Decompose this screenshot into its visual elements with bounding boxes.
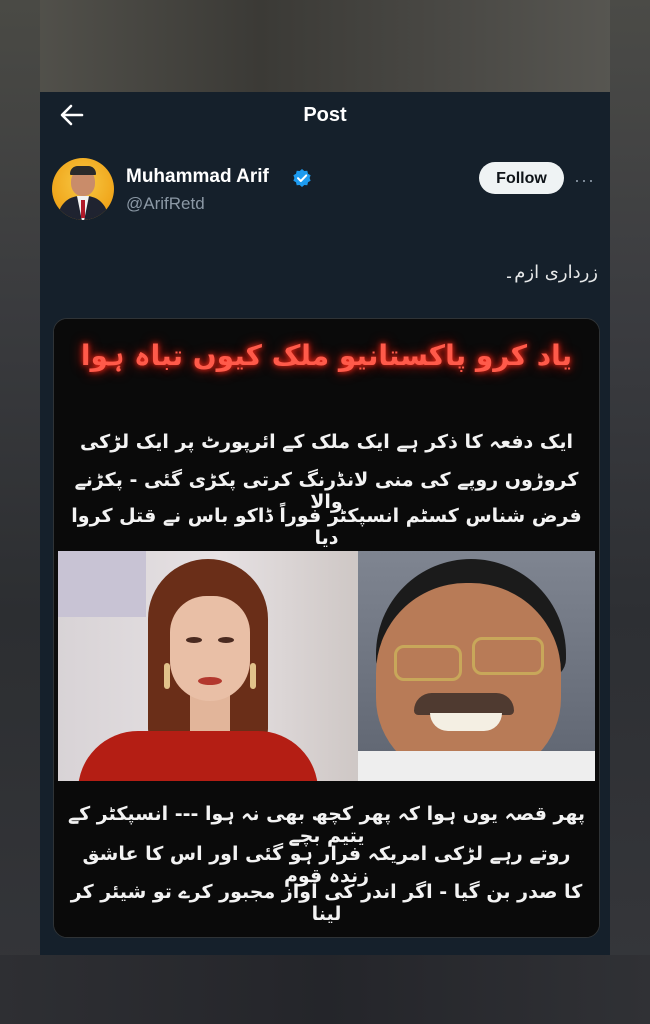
background-blur-bottom: [0, 955, 650, 1024]
image-headline: یاد کرو پاکستانیو ملک کیوں تباہ ہوا: [80, 339, 573, 372]
avatar[interactable]: [52, 158, 114, 220]
top-bar: Post: [40, 92, 610, 138]
image-text-line: پھر قصہ یوں ہوا کہ پھر کچھ بھی نہ ہوا --…: [67, 803, 586, 847]
verified-badge-icon: [292, 168, 312, 188]
post-text: زرداری ازم۔: [503, 262, 598, 283]
image-bottom-panel: پھر قصہ یوں ہوا کہ پھر کچھ بھی نہ ہوا --…: [54, 781, 599, 937]
author-handle[interactable]: @ArifRetd: [126, 194, 205, 214]
image-text-line: ایک دفعہ کا ذکر ہے ایک ملک کے ائرپورٹ پر…: [79, 431, 574, 453]
post-card: Post Muhammad Arif @ArifRetd Follow ··· …: [40, 92, 610, 955]
background-blur-top: [0, 0, 650, 92]
author-name[interactable]: Muhammad Arif: [126, 166, 269, 188]
image-text-line: فرض شناس کسٹم انسپکٹر فوراً ڈاکو باس نے …: [71, 505, 582, 549]
background-blur-left: [0, 0, 40, 1024]
image-text-line: کا صدر بن گیا - اگر اندر کی آواز مجبور ک…: [70, 881, 583, 925]
image-photo: [58, 551, 595, 781]
page-title: Post: [303, 104, 347, 126]
background-blur-right: [610, 0, 650, 1024]
more-options-icon[interactable]: ···: [574, 170, 595, 191]
post-image[interactable]: یاد کرو پاکستانیو ملک کیوں تباہ ہوا ایک …: [53, 318, 600, 938]
follow-button[interactable]: Follow: [479, 162, 564, 194]
image-top-panel: یاد کرو پاکستانیو ملک کیوں تباہ ہوا ایک …: [54, 319, 599, 551]
